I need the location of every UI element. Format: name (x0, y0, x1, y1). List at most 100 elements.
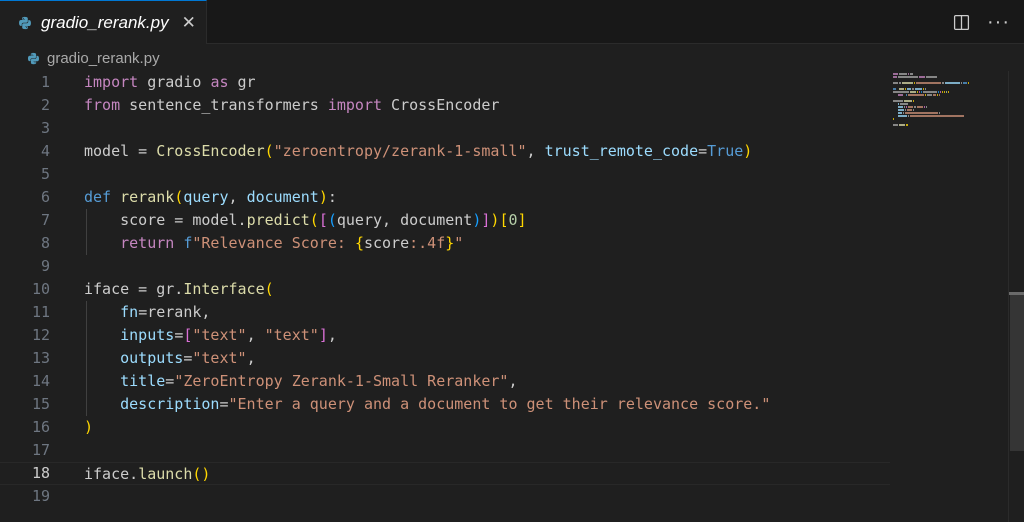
minimap[interactable] (893, 71, 1008, 522)
minimap-segment (893, 76, 897, 78)
line-number: 17 (31, 441, 50, 459)
scrollbar-thumb[interactable] (1010, 295, 1024, 451)
code-line[interactable]: return f"Relevance Score: {score:.4f}" (84, 232, 890, 255)
code-line[interactable]: from sentence_transformers import CrossE… (84, 94, 890, 117)
code-token: ( (309, 211, 319, 229)
code-token: ] (318, 326, 328, 344)
code-token: "text" (192, 326, 247, 344)
code-token: = (129, 142, 157, 160)
minimap-segment (907, 73, 910, 75)
code-token: True (707, 142, 744, 160)
line-number: 10 (31, 280, 50, 298)
code-token: import (327, 96, 383, 114)
code-token: inputs (120, 326, 175, 344)
code-token: ] (517, 211, 527, 229)
more-actions-icon[interactable]: ··· (987, 12, 1010, 32)
close-tab-icon[interactable]: ✕ (182, 14, 196, 31)
line-number: 15 (31, 395, 50, 413)
line-number: 1 (40, 73, 50, 91)
code-line[interactable]: title="ZeroEntropy Zerank-1-Small Rerank… (84, 370, 890, 393)
code-line[interactable] (84, 255, 890, 278)
code-token: ) (318, 188, 328, 206)
minimap-segment (923, 91, 937, 93)
code-token: , (228, 188, 247, 206)
code-token: : (327, 188, 337, 206)
line-number: 16 (31, 418, 50, 436)
code-line[interactable] (84, 163, 890, 186)
code-line[interactable] (84, 117, 890, 140)
code-token: gradio (138, 73, 211, 91)
code-token: , (246, 349, 256, 367)
line-number: 8 (40, 234, 50, 252)
minimap-line (893, 121, 1008, 123)
code-token: = (174, 326, 184, 344)
minimap-line (893, 127, 1008, 129)
line-number: 19 (31, 487, 50, 505)
code-token: document (246, 188, 319, 206)
minimap-segment (919, 76, 925, 78)
minimap-segment (923, 106, 925, 108)
minimap-segment (904, 88, 906, 90)
minimap-line (893, 124, 1008, 126)
minimap-line (893, 94, 1008, 96)
code-line[interactable]: iface.launch() (0, 462, 890, 485)
minimap-segment (925, 94, 927, 96)
vertical-scrollbar[interactable] (1008, 71, 1024, 522)
code-token: iface. (84, 465, 139, 483)
code-line[interactable]: description="Enter a query and a documen… (84, 393, 890, 416)
code-line[interactable] (84, 439, 890, 462)
minimap-segment (897, 103, 900, 105)
minimap-segment (908, 115, 910, 117)
code-token: "Enter a query and a document to get the… (228, 395, 771, 413)
tab-label: gradio_rerank.py (41, 12, 169, 32)
minimap-segment (912, 100, 914, 102)
code-token: ) (743, 142, 753, 160)
code-line[interactable]: iface = gr.Interface( (84, 278, 890, 301)
minimap-segment (905, 124, 908, 126)
code-line[interactable]: fn=rerank, (84, 301, 890, 324)
code-token: 0 (508, 211, 518, 229)
minimap-segment (893, 82, 898, 84)
code-line[interactable]: import gradio as gr (84, 71, 890, 94)
code-line[interactable]: def rerank(query, document): (84, 186, 890, 209)
code-token: "text" (264, 326, 319, 344)
minimap-segment (910, 115, 965, 117)
minimap-segment (907, 94, 925, 96)
minimap-segment (897, 94, 903, 96)
code-line[interactable]: outputs="text", (84, 347, 890, 370)
code-token: return (120, 234, 175, 252)
code-line[interactable]: score = model.predict([(query, document)… (84, 209, 890, 232)
minimap-segment (903, 100, 912, 102)
code-line[interactable]: model = CrossEncoder("zeroentropy/zerank… (84, 140, 890, 163)
editor-tab-gradio-rerank[interactable]: gradio_rerank.py ✕ (0, 0, 207, 44)
minimap-line (893, 112, 1008, 114)
code-area[interactable]: import gradio as gr from sentence_transfo… (0, 71, 890, 508)
minimap-line (893, 88, 1008, 90)
code-line[interactable]: inputs=["text", "text"], (84, 324, 890, 347)
minimap-segment (925, 88, 927, 90)
code-line[interactable]: ) (84, 416, 890, 439)
code-line[interactable] (84, 485, 890, 508)
code-editor[interactable]: 1 2 3 4 5 6 7 8 9 10 11 12 13 14 15 16 17 18 19 import gra… (0, 71, 1024, 522)
code-token: [ (318, 211, 328, 229)
minimap-segment (937, 91, 939, 93)
minimap-line (893, 118, 1008, 120)
breadcrumb-file[interactable]: gradio_rerank.py (47, 50, 160, 67)
minimap-segment (939, 91, 941, 93)
minimap-segment (917, 91, 919, 93)
split-editor-icon[interactable] (953, 14, 970, 31)
code-token: from (84, 96, 121, 114)
code-token: "text" (192, 349, 247, 367)
minimap-segment (941, 91, 943, 93)
minimap-segment (910, 91, 917, 93)
minimap-segment (897, 76, 919, 78)
minimap-segment (939, 94, 941, 96)
minimap-segment (893, 88, 896, 90)
